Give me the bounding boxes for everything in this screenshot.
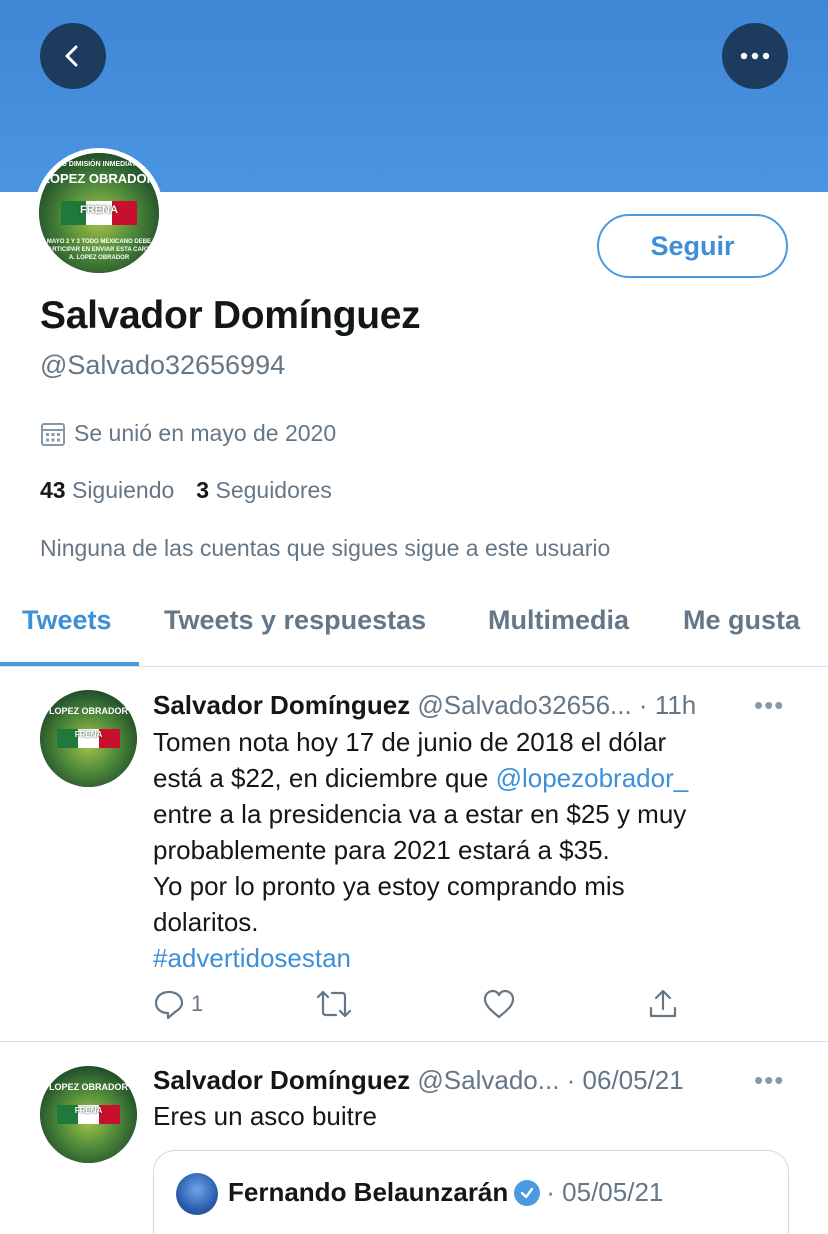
like-button[interactable]	[482, 988, 516, 1020]
tweet-author-name[interactable]: Salvador Domínguez	[153, 1065, 410, 1095]
quoted-avatar	[176, 1173, 218, 1215]
more-options-button[interactable]	[722, 23, 788, 89]
avatar-caption-line2: PARTICIPAR EN ENVIAR ESTA CARTA	[44, 247, 154, 253]
profile-avatar[interactable]: TU DIMISIÓN INMEDIATA LOPEZ OBRADOR FREN…	[34, 148, 164, 278]
tweet-author-name[interactable]: Salvador Domínguez	[153, 690, 410, 720]
avatar-caption-top: TU DIMISIÓN INMEDIATA	[57, 161, 141, 168]
tweet-divider	[0, 1041, 828, 1042]
tweet-line: está a $22, en diciembre que @lopezobrad…	[153, 760, 793, 796]
verified-badge-icon	[514, 1179, 541, 1206]
chevron-left-icon	[65, 45, 78, 67]
tweet-handle-time: @Salvado... · 06/05/21	[417, 1065, 684, 1095]
followers-label: Seguidores	[215, 477, 332, 503]
avatar-caption-title: LOPEZ OBRADOR	[41, 171, 157, 186]
tweet-text: Eres un asco buitre	[153, 1101, 378, 1131]
follow-counts: 43 Siguiendo 3 Seguidores	[40, 477, 332, 504]
avatar-caption-title: LOPEZ OBRADOR	[48, 1082, 128, 1092]
following-link[interactable]: 43 Siguiendo	[40, 477, 174, 504]
heart-icon	[483, 989, 515, 1019]
tweet-handle-time: @Salvado32656... · 11h	[417, 690, 697, 720]
join-date: Se unió en mayo de 2020	[40, 420, 336, 447]
tweet-actions: 1	[153, 988, 693, 1028]
hashtag-link[interactable]: #advertidosestan	[153, 940, 793, 976]
join-date-text: Se unió en mayo de 2020	[74, 420, 337, 446]
tweet-line-text: está a $22, en diciembre que	[153, 763, 496, 793]
reply-button[interactable]: 1	[153, 988, 203, 1020]
avatar-caption-frena: FRENA	[74, 730, 103, 739]
followers-count: 3	[196, 477, 210, 503]
tab-tweets-and-replies[interactable]: Tweets y respuestas	[164, 605, 426, 636]
followers-link[interactable]: 3 Seguidores	[196, 477, 332, 504]
quoted-header: Fernando Belaunzarán · 05/05/21	[228, 1177, 663, 1208]
profile-tabs: Tweets Tweets y respuestas Multimedia Me…	[0, 580, 828, 667]
following-label: Siguiendo	[71, 477, 175, 503]
tweet-line: entre a la presidencia va a estar en $25…	[153, 799, 687, 829]
tab-media[interactable]: Multimedia	[488, 605, 629, 636]
tab-likes[interactable]: Me gusta	[683, 605, 800, 636]
quoted-author-name: Fernando Belaunzarán	[228, 1177, 509, 1207]
avatar-caption-line1: MAYO 2 Y 3 TODO MEXICANO DEBE	[46, 239, 152, 245]
tweet-avatar[interactable]: LOPEZ OBRADOR FRENA	[40, 1066, 137, 1163]
avatar-caption-frena: FRENA	[80, 204, 118, 216]
profile-handle: @Salvado32656994	[40, 350, 286, 380]
mention-link[interactable]: @lopezobrador_	[496, 763, 689, 793]
tweet-text: Tomen nota hoy 17 de junio de 2018 el dó…	[153, 724, 793, 976]
calendar-icon	[41, 422, 65, 446]
tweet-line: dolaritos.	[153, 907, 259, 937]
tweet-line: probablemente para 2021 estará a $35.	[153, 835, 610, 865]
quoted-date: · 05/05/21	[546, 1177, 664, 1207]
profile-name: Salvador Domínguez	[40, 294, 421, 337]
quoted-tweet[interactable]: Fernando Belaunzarán · 05/05/21	[153, 1150, 789, 1234]
tweet-more-button[interactable]: •••	[754, 1065, 784, 1096]
tweet-line: Tomen nota hoy 17 de junio de 2018 el dó…	[153, 727, 667, 757]
tweet-more-button[interactable]: •••	[754, 690, 784, 721]
tweet-avatar[interactable]: LOPEZ OBRADOR FRENA	[40, 690, 137, 787]
share-button[interactable]	[647, 988, 679, 1020]
share-icon	[649, 989, 677, 1018]
avatar-caption-line3: A. LOPEZ OBRADOR	[68, 255, 130, 261]
more-horizontal-icon	[740, 52, 770, 60]
tab-tweets[interactable]: Tweets	[22, 605, 112, 636]
tweet-header: Salvador Domínguez @Salvado32656... · 11…	[153, 690, 696, 721]
active-tab-indicator	[0, 662, 139, 666]
reply-count: 1	[191, 991, 204, 1016]
following-count: 43	[40, 477, 66, 503]
avatar-caption-frena: FRENA	[74, 1106, 103, 1115]
reply-icon	[154, 990, 184, 1020]
tweet-line: Yo por lo pronto ya estoy comprando mis	[153, 871, 625, 901]
mutual-followers-text: Ninguna de las cuentas que sigues sigue …	[40, 535, 611, 561]
tweet-header: Salvador Domínguez @Salvado... · 06/05/2…	[153, 1065, 684, 1096]
retweet-button[interactable]	[316, 988, 352, 1020]
avatar-caption-title: LOPEZ OBRADOR	[48, 706, 128, 716]
back-button[interactable]	[40, 23, 106, 89]
retweet-icon	[316, 990, 352, 1018]
follow-button[interactable]: Seguir	[597, 214, 788, 278]
